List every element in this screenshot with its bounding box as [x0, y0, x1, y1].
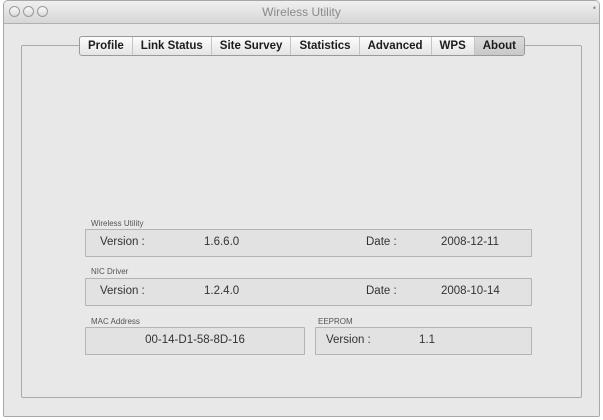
wireless-utility-window: Wireless Utility • Wireless Utility Vers… — [3, 0, 600, 417]
about-panel: Wireless Utility Version : 1.6.6.0 Date … — [21, 45, 582, 398]
nic-driver-box: Version : 1.2.4.0 Date : 2008-10-14 — [85, 278, 532, 306]
wu-date-value: 2008-12-11 — [441, 236, 499, 248]
window-title: Wireless Utility — [262, 5, 341, 19]
nic-version-label: Version : — [100, 285, 145, 297]
wu-version-value: 1.6.6.0 — [204, 236, 240, 248]
nic-date-label: Date : — [366, 285, 397, 297]
tab-profile[interactable]: Profile — [80, 37, 133, 55]
wu-date-label: Date : — [366, 236, 397, 248]
toolbar-toggle-icon[interactable]: • — [593, 3, 596, 13]
tab-wps[interactable]: WPS — [432, 37, 475, 55]
wireless-utility-group-label: Wireless Utility — [91, 219, 144, 228]
nic-version-value: 1.2.4.0 — [204, 285, 240, 297]
wu-version-label: Version : — [100, 236, 145, 248]
wireless-utility-box: Version : 1.6.6.0 Date : 2008-12-11 — [85, 229, 532, 257]
mac-address-box: 00-14-D1-58-8D-16 — [85, 327, 305, 355]
tab-statistics[interactable]: Statistics — [291, 37, 360, 55]
eeprom-box: Version : 1.1 — [315, 327, 532, 355]
tab-bar: Profile Link Status Site Survey Statisti… — [79, 36, 525, 56]
tab-site-survey[interactable]: Site Survey — [212, 37, 292, 55]
eeprom-version-value: 1.1 — [419, 334, 435, 346]
eeprom-group-label: EEPROM — [318, 317, 353, 326]
nic-date-value: 2008-10-14 — [441, 285, 500, 297]
mac-address-group-label: MAC Address — [91, 317, 140, 326]
tab-about[interactable]: About — [474, 37, 524, 55]
tab-link-status[interactable]: Link Status — [133, 37, 212, 55]
title-bar[interactable]: Wireless Utility • — [4, 1, 599, 24]
tab-advanced[interactable]: Advanced — [360, 37, 432, 55]
mac-address-value: 00-14-D1-58-8D-16 — [145, 334, 245, 346]
nic-driver-group-label: NIC Driver — [91, 267, 129, 276]
eeprom-version-label: Version : — [326, 334, 371, 346]
